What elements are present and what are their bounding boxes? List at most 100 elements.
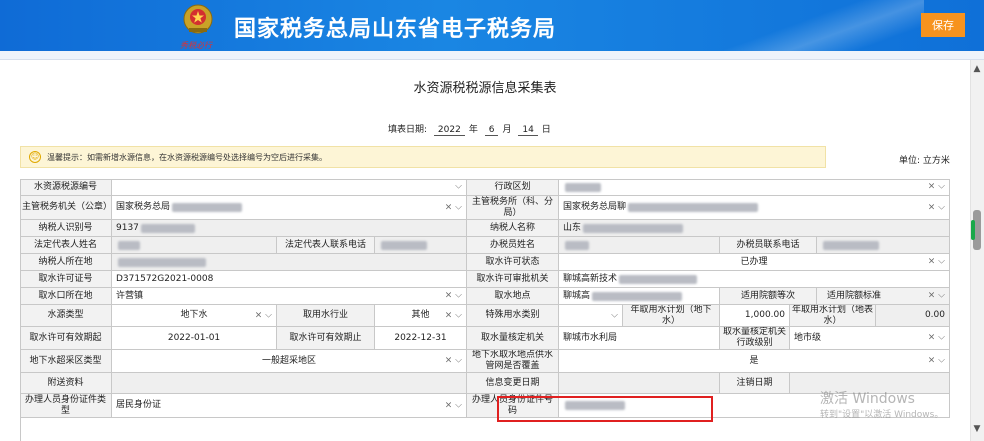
label-intake-location: 取水口所在地 (20, 288, 112, 305)
label-intake-site: 取水地点 (467, 288, 559, 305)
top-header: 秀税必行 国家税务总局山东省电子税务局 保存 (0, 0, 984, 51)
windows-watermark: 激活 Windows (820, 391, 915, 407)
intake-site-input[interactable]: 聊城高 (559, 288, 720, 305)
select-tax-office[interactable]: 国家税务总局聊 × ⌵ (559, 196, 950, 220)
select-overexploit-type[interactable]: 一般超采地区 × ⌵ (112, 350, 467, 373)
chevron-down-icon: ⌵ (455, 181, 462, 192)
save-button[interactable]: 保存 (921, 13, 965, 37)
select-admin-region[interactable]: × ⌵ (559, 179, 950, 196)
permit-start-input[interactable]: 2022-01-01 (112, 327, 277, 350)
unit-label: 单位: 立方米 (899, 156, 950, 166)
label-tax-office: 主管税务所（科、分局） (467, 196, 559, 220)
select-water-source-type[interactable]: 地下水 × ⌵ (112, 305, 277, 327)
label-permit-authority: 取水许可审批机关 (467, 271, 559, 288)
taxpayer-id-value: 9137 (116, 222, 139, 233)
label-tax-clerk-phone: 办税员联系电话 (720, 237, 817, 254)
redacted-value (140, 223, 195, 233)
label-cancel-date: 注销日期 (720, 373, 790, 394)
clear-chevron-icon[interactable]: × ⌵ (445, 202, 462, 213)
select-water-source-no[interactable]: ⌵ (112, 179, 467, 196)
date-label: 填表日期: (388, 125, 428, 135)
permit-end-input[interactable]: 2022-12-31 (375, 327, 467, 350)
intake-location-value: 许营镇 (116, 290, 144, 301)
permit-end-value: 2022-12-31 (394, 332, 447, 343)
water-source-type-value: 地下水 (180, 310, 208, 320)
header-decoration (724, 0, 924, 51)
select-authority-level[interactable]: 地市级 × ⌵ (790, 327, 950, 350)
clear-chevron-icon[interactable]: × ⌵ (445, 291, 462, 302)
clear-chevron-icon[interactable]: × ⌵ (445, 400, 462, 411)
overexploit-type-value: 一般超采地区 (261, 355, 316, 366)
redacted-value (619, 274, 698, 284)
permit-authority-input[interactable]: 聊城高新技术 (559, 271, 950, 288)
label-legal-rep-phone: 法定代表人联系电话 (277, 237, 375, 254)
scroll-down-arrow-icon[interactable]: ▼ (972, 424, 982, 434)
label-attachments: 附送资料 (20, 373, 112, 394)
fill-date: 填表日期: 2022 年 6月 14 日 (388, 122, 551, 136)
chevron-down-icon: ⌵ (611, 310, 618, 320)
clear-chevron-icon[interactable]: × ⌵ (445, 310, 462, 321)
tip-bar: ☺ 温馨提示：如需新增水源信息，在水资源税源编号处选择编号为空后进行采集。 (20, 146, 826, 168)
label-tax-authority: 主管税务机关（公章） (20, 196, 112, 220)
select-intake-location[interactable]: 许营镇 × ⌵ (112, 288, 467, 305)
scrollbar-thumb[interactable] (971, 210, 981, 250)
clear-chevron-icon[interactable]: × ⌵ (928, 257, 945, 268)
redacted-value (172, 203, 243, 212)
clear-chevron-icon[interactable]: × ⌵ (928, 356, 945, 367)
clear-chevron-icon[interactable]: × ⌵ (928, 333, 945, 344)
label-quota-grade: 适用院额等次 (720, 288, 817, 305)
label-special-water-type: 特殊用水类别 (467, 305, 559, 327)
scroll-up-arrow-icon[interactable]: ▲ (972, 64, 982, 74)
date-year[interactable]: 2022 (433, 125, 465, 136)
label-pipe-coverage: 地下水取水地点供水管网是否覆盖 (467, 350, 559, 373)
label-permit-no: 取水许可证号 (20, 271, 112, 288)
select-water-industry[interactable]: 其他 × ⌵ (375, 305, 467, 327)
redacted-value (583, 223, 684, 233)
label-change-date: 信息变更日期 (467, 373, 559, 394)
date-month[interactable]: 6 (484, 125, 499, 136)
permit-authority-value: 聊城高新技术 (563, 273, 618, 284)
redacted-value (565, 182, 601, 192)
surface-water-plan-value: 0.00 (924, 310, 945, 320)
taxpayer-name-field: 山东 (559, 220, 950, 237)
label-volume-authority: 取水量核定机关 (467, 327, 559, 350)
label-authority-level: 取水量核定机关行政级别 (720, 327, 790, 350)
tax-clerk-name-field (559, 237, 720, 254)
label-admin-region: 行政区划 (467, 179, 559, 196)
day-unit: 日 (541, 125, 551, 135)
permit-no-input[interactable]: D371572G2021-0008 (112, 271, 467, 288)
volume-authority-value: 聊城市水利局 (563, 332, 618, 343)
clear-chevron-icon[interactable]: × ⌵ (255, 310, 272, 321)
select-handler-id-type[interactable]: 居民身份证 × ⌵ (112, 394, 467, 418)
redacted-value (592, 291, 683, 301)
tip-text: 温馨提示：如需新增水源信息，在水资源税源编号处选择编号为空后进行采集。 (47, 153, 327, 162)
clear-chevron-icon[interactable]: × ⌵ (928, 182, 945, 193)
volume-authority-input[interactable]: 聊城市水利局 (559, 327, 720, 350)
handler-id-type-value: 居民身份证 (116, 400, 162, 410)
select-permit-status[interactable]: 已办理 × ⌵ (559, 254, 950, 271)
subheader-strip (0, 51, 984, 60)
date-day[interactable]: 14 (518, 125, 538, 136)
select-tax-authority[interactable]: 国家税务总局 × ⌵ (112, 196, 467, 220)
clear-chevron-icon[interactable]: × ⌵ (928, 202, 945, 213)
surface-water-plan-field: 0.00 (876, 305, 950, 327)
label-permit-status: 取水许可状态 (467, 254, 559, 271)
select-quota-standard[interactable]: 适用院额标准 × ⌵ (817, 288, 950, 305)
vertical-scrollbar[interactable] (970, 60, 984, 441)
groundwater-plan-input[interactable]: 1,000.00 (720, 305, 790, 327)
redacted-value (118, 240, 140, 250)
label-groundwater-plan: 年取用水计划（地下水） (623, 305, 720, 327)
label-permit-end: 取水许可有效期止 (277, 327, 375, 350)
clear-chevron-icon[interactable]: × ⌵ (928, 291, 945, 302)
select-pipe-coverage[interactable]: 是 × ⌵ (559, 350, 950, 373)
label-permit-start: 取水许可有效期起 (20, 327, 112, 350)
taxpayer-name-value: 山东 (563, 222, 582, 233)
clear-chevron-icon[interactable]: × ⌵ (445, 356, 462, 367)
label-taxpayer-name: 纳税人名称 (467, 220, 559, 237)
label-surface-water-plan: 年取用水计划（地表水） (790, 305, 876, 327)
select-special-water-type[interactable]: ⌵ (559, 305, 623, 327)
permit-no-value: D371572G2021-0008 (116, 273, 214, 284)
groundwater-plan-value: 1,000.00 (744, 310, 785, 320)
label-water-industry: 取用水行业 (277, 305, 375, 327)
legal-rep-phone-field (375, 237, 467, 254)
